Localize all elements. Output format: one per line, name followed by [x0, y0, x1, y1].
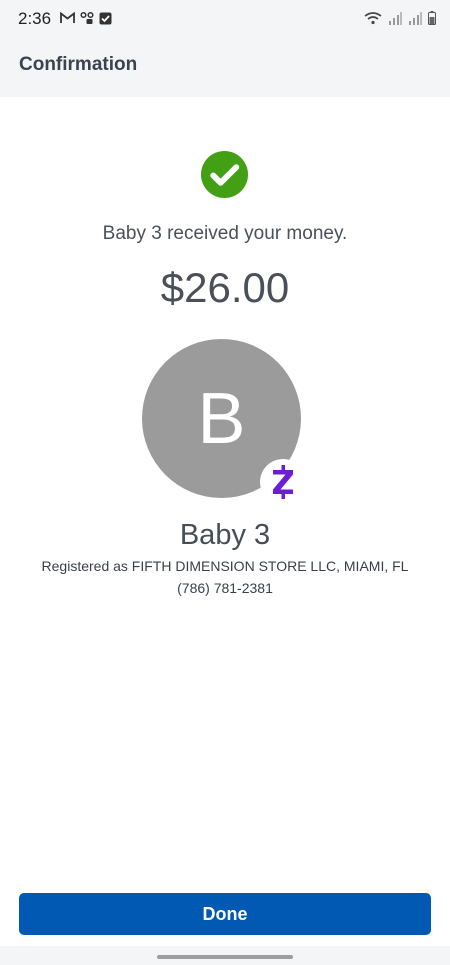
battery-icon: [428, 11, 436, 25]
notification-icons: [60, 11, 112, 25]
avatar-initial: B: [197, 378, 246, 459]
zelle-icon: [273, 465, 293, 499]
status-bar: 2:36: [0, 0, 450, 40]
done-button[interactable]: Done: [19, 893, 431, 935]
success-check-icon: [200, 150, 249, 199]
home-gesture-handle[interactable]: [157, 955, 293, 959]
recipient-name: Baby 3: [179, 519, 271, 551]
gmail-icon: [60, 12, 75, 23]
page-title: Confirmation: [19, 54, 138, 75]
zelle-badge: [260, 459, 306, 505]
confirmation-message: Baby 3 received your money.: [102, 223, 348, 244]
app-header: Confirmation: [0, 40, 450, 97]
checkbox-icon: [99, 12, 112, 24]
voicemail-icon: [80, 11, 94, 24]
signal-icon: [389, 11, 402, 25]
recipient-phone: (786) 781-2381: [177, 580, 273, 596]
signal-icon: [409, 11, 422, 25]
amount: $26.00: [160, 264, 290, 311]
registered-business: Registered as FIFTH DIMENSION STORE LLC,…: [41, 558, 409, 574]
wifi-icon: [364, 12, 382, 25]
system-icons: [364, 11, 436, 25]
status-time: 2:36: [18, 9, 52, 28]
